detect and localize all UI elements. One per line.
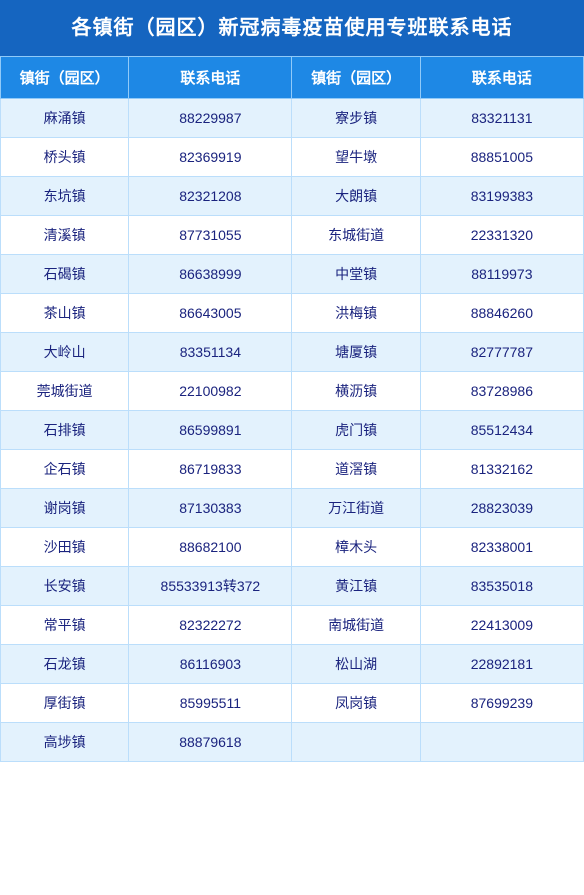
phone1-cell: 87130383	[129, 489, 292, 528]
town2-cell: 洪梅镇	[292, 294, 420, 333]
town1-cell: 清溪镇	[1, 216, 129, 255]
phone1-cell: 22100982	[129, 372, 292, 411]
town2-cell: 黄江镇	[292, 567, 420, 606]
phone1-cell: 88229987	[129, 99, 292, 138]
town1-cell: 石龙镇	[1, 645, 129, 684]
town2-cell: 中堂镇	[292, 255, 420, 294]
phone1-cell: 83351134	[129, 333, 292, 372]
town1-cell: 石碣镇	[1, 255, 129, 294]
table-row: 东坑镇82321208大朗镇83199383	[1, 177, 584, 216]
col-header-phone2: 联系电话	[420, 57, 583, 99]
table-row: 大岭山83351134塘厦镇82777787	[1, 333, 584, 372]
table-row: 企石镇86719833道滘镇81332162	[1, 450, 584, 489]
phone1-cell: 85995511	[129, 684, 292, 723]
phone2-cell: 83199383	[420, 177, 583, 216]
phone2-cell: 83728986	[420, 372, 583, 411]
table-row: 清溪镇87731055东城街道22331320	[1, 216, 584, 255]
town2-cell	[292, 723, 420, 762]
town2-cell: 望牛墩	[292, 138, 420, 177]
phone2-cell: 88846260	[420, 294, 583, 333]
phone1-cell: 88682100	[129, 528, 292, 567]
town1-cell: 东坑镇	[1, 177, 129, 216]
phone2-cell: 28823039	[420, 489, 583, 528]
table-row: 谢岗镇87130383万江街道28823039	[1, 489, 584, 528]
table-row: 长安镇85533913转372黄江镇83535018	[1, 567, 584, 606]
town2-cell: 塘厦镇	[292, 333, 420, 372]
phone1-cell: 82321208	[129, 177, 292, 216]
phone1-cell: 86599891	[129, 411, 292, 450]
col-header-town2: 镇街（园区）	[292, 57, 420, 99]
table-row: 桥头镇82369919望牛墩88851005	[1, 138, 584, 177]
town2-cell: 道滘镇	[292, 450, 420, 489]
phone2-cell: 82338001	[420, 528, 583, 567]
header-title: 各镇街（园区）新冠病毒疫苗使用专班联系电话	[72, 17, 513, 39]
table-row: 石碣镇86638999中堂镇88119973	[1, 255, 584, 294]
town2-cell: 樟木头	[292, 528, 420, 567]
town2-cell: 寮步镇	[292, 99, 420, 138]
table-row: 常平镇82322272南城街道22413009	[1, 606, 584, 645]
town2-cell: 万江街道	[292, 489, 420, 528]
table-row: 沙田镇88682100樟木头82338001	[1, 528, 584, 567]
phone1-cell: 82369919	[129, 138, 292, 177]
phone2-cell: 81332162	[420, 450, 583, 489]
town1-cell: 大岭山	[1, 333, 129, 372]
phone2-cell: 88119973	[420, 255, 583, 294]
phone2-cell: 22331320	[420, 216, 583, 255]
town1-cell: 长安镇	[1, 567, 129, 606]
phone2-cell: 83321131	[420, 99, 583, 138]
phone2-cell: 88851005	[420, 138, 583, 177]
town1-cell: 茶山镇	[1, 294, 129, 333]
phone2-cell: 83535018	[420, 567, 583, 606]
phone2-cell: 85512434	[420, 411, 583, 450]
town2-cell: 凤岗镇	[292, 684, 420, 723]
phone1-cell: 86116903	[129, 645, 292, 684]
table-row: 茶山镇86643005洪梅镇88846260	[1, 294, 584, 333]
phone1-cell: 82322272	[129, 606, 292, 645]
town1-cell: 麻涌镇	[1, 99, 129, 138]
page-container: 各镇街（园区）新冠病毒疫苗使用专班联系电话 镇街（园区） 联系电话 镇街（园区）…	[0, 0, 584, 762]
phone1-cell: 87731055	[129, 216, 292, 255]
phone2-cell	[420, 723, 583, 762]
phone2-cell: 22892181	[420, 645, 583, 684]
phone1-cell: 88879618	[129, 723, 292, 762]
phone1-cell: 85533913转372	[129, 567, 292, 606]
phone2-cell: 22413009	[420, 606, 583, 645]
col-header-town1: 镇街（园区）	[1, 57, 129, 99]
town2-cell: 松山湖	[292, 645, 420, 684]
town2-cell: 南城街道	[292, 606, 420, 645]
town1-cell: 厚街镇	[1, 684, 129, 723]
town1-cell: 沙田镇	[1, 528, 129, 567]
contacts-table: 镇街（园区） 联系电话 镇街（园区） 联系电话 麻涌镇88229987寮步镇83…	[0, 56, 584, 762]
phone1-cell: 86638999	[129, 255, 292, 294]
phone1-cell: 86719833	[129, 450, 292, 489]
phone2-cell: 82777787	[420, 333, 583, 372]
page-header: 各镇街（园区）新冠病毒疫苗使用专班联系电话	[0, 0, 584, 56]
col-header-phone1: 联系电话	[129, 57, 292, 99]
town2-cell: 虎门镇	[292, 411, 420, 450]
town1-cell: 桥头镇	[1, 138, 129, 177]
town1-cell: 莞城街道	[1, 372, 129, 411]
town1-cell: 常平镇	[1, 606, 129, 645]
table-row: 石龙镇86116903松山湖22892181	[1, 645, 584, 684]
town2-cell: 大朗镇	[292, 177, 420, 216]
table-body: 麻涌镇88229987寮步镇83321131桥头镇82369919望牛墩8885…	[1, 99, 584, 762]
table-header-row: 镇街（园区） 联系电话 镇街（园区） 联系电话	[1, 57, 584, 99]
town1-cell: 石排镇	[1, 411, 129, 450]
table-row: 麻涌镇88229987寮步镇83321131	[1, 99, 584, 138]
phone1-cell: 86643005	[129, 294, 292, 333]
table-row: 厚街镇85995511凤岗镇87699239	[1, 684, 584, 723]
town1-cell: 企石镇	[1, 450, 129, 489]
town2-cell: 横沥镇	[292, 372, 420, 411]
town1-cell: 谢岗镇	[1, 489, 129, 528]
phone2-cell: 87699239	[420, 684, 583, 723]
table-row: 石排镇86599891虎门镇85512434	[1, 411, 584, 450]
table-row: 莞城街道22100982横沥镇83728986	[1, 372, 584, 411]
table-row: 高埗镇88879618	[1, 723, 584, 762]
town1-cell: 高埗镇	[1, 723, 129, 762]
town2-cell: 东城街道	[292, 216, 420, 255]
